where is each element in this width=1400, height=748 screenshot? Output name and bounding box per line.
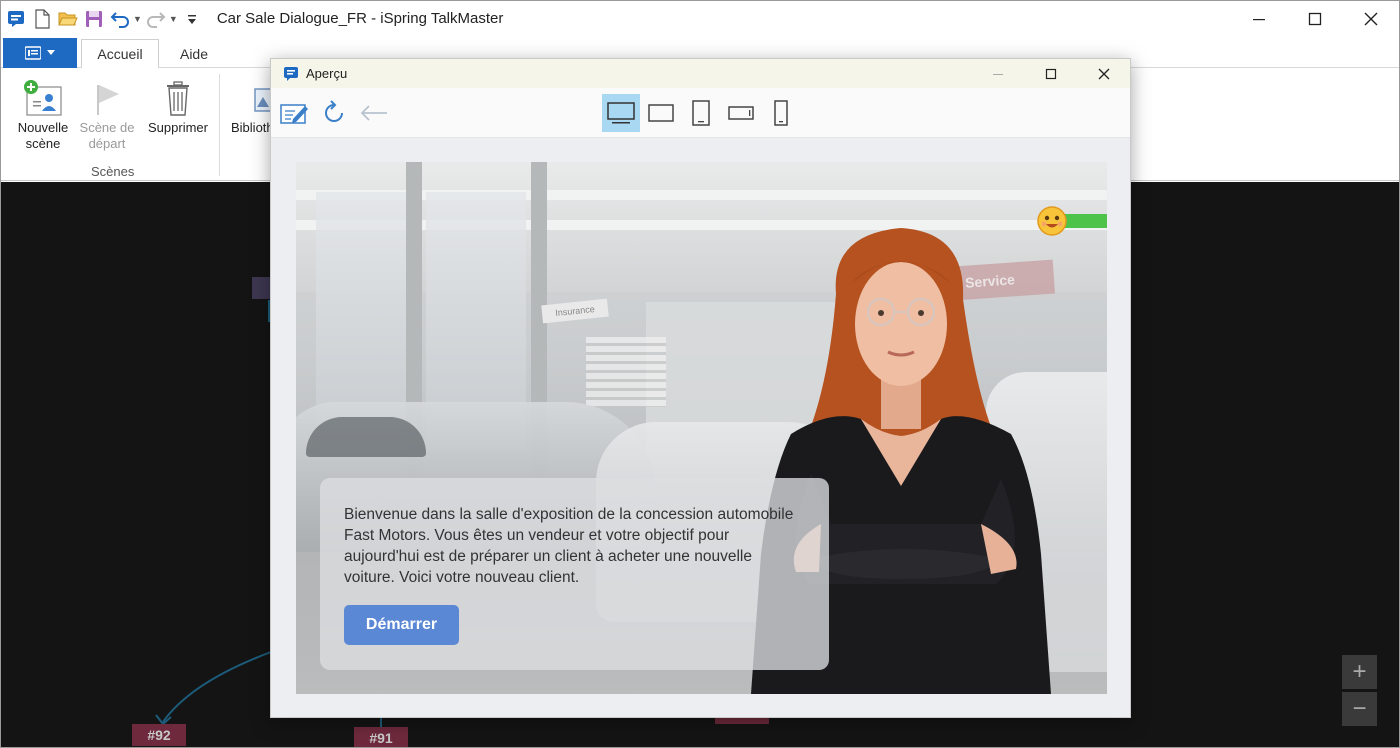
device-tablet-portrait-button[interactable] (682, 94, 720, 132)
scene-stage: Service Insurance Bienvenue dans la sall… (296, 162, 1107, 694)
close-icon[interactable] (1343, 1, 1399, 36)
customize-toolbar-icon[interactable] (181, 8, 203, 30)
car-window (306, 417, 426, 457)
dialogue-message: Bienvenue dans la salle d'exposition de … (344, 506, 794, 586)
zoom-in-button[interactable]: + (1342, 655, 1377, 689)
preview-title-bar: Aperçu (271, 59, 1130, 88)
new-scene-label-1: Nouvelle (17, 120, 69, 135)
preview-title: Aperçu (306, 66, 348, 81)
tab-accueil[interactable]: Accueil (81, 39, 159, 69)
new-file-icon[interactable] (31, 8, 53, 30)
maximize-icon[interactable] (1024, 59, 1077, 88)
preview-dialog: Aperçu Service Insurance Bienvenue dans … (270, 58, 1131, 718)
redo-dropdown-icon[interactable]: ▼ (169, 14, 178, 24)
file-menu-button[interactable] (3, 38, 77, 68)
title-bar: ▼ ▼ Car Sale Dialogue_FR - iSpring TalkM… (1, 1, 1399, 36)
app-logo-icon (5, 8, 27, 30)
minimize-icon[interactable] (1231, 1, 1287, 36)
restart-icon[interactable] (315, 94, 353, 132)
preview-window-controls (971, 59, 1130, 88)
delete-button[interactable]: Supprimer (141, 76, 215, 136)
delete-label: Supprimer (148, 120, 208, 135)
device-tablet-landscape-button[interactable] (642, 94, 680, 132)
back-arrow-icon[interactable] (355, 94, 393, 132)
start-scene-label-2: départ (88, 136, 126, 151)
new-scene-button[interactable]: Nouvelle scène (11, 76, 75, 152)
trash-icon (141, 76, 215, 120)
undo-icon[interactable] (109, 8, 131, 30)
window-controls (1231, 1, 1399, 36)
device-phone-portrait-button[interactable] (762, 94, 800, 132)
smiley-face-icon (1037, 206, 1067, 236)
save-icon[interactable] (83, 8, 105, 30)
flag-icon (75, 76, 139, 120)
start-scene-button[interactable]: Scène de départ (75, 76, 139, 152)
preview-toolbar (271, 88, 1130, 138)
mood-indicator (1037, 206, 1107, 236)
dialogue-message-box: Bienvenue dans la salle d'exposition de … (320, 478, 829, 670)
scene-node-91[interactable]: #91 (354, 727, 408, 747)
start-button[interactable]: Démarrer (344, 605, 459, 645)
new-scene-icon (11, 76, 75, 120)
tab-aide[interactable]: Aide (165, 39, 223, 69)
window-title: Car Sale Dialogue_FR - iSpring TalkMaste… (216, 10, 504, 27)
group-divider (219, 74, 220, 176)
scene-node-92[interactable]: #92 (132, 724, 186, 746)
device-desktop-button[interactable] (602, 94, 640, 132)
start-scene-label-1: Scène de (79, 120, 135, 135)
app-logo-icon (283, 66, 299, 82)
quick-access-toolbar: ▼ ▼ (1, 1, 207, 36)
minimize-icon[interactable] (971, 59, 1024, 88)
undo-dropdown-icon[interactable]: ▼ (133, 14, 142, 24)
device-phone-landscape-button[interactable] (722, 94, 760, 132)
close-icon[interactable] (1077, 59, 1130, 88)
maximize-icon[interactable] (1287, 1, 1343, 36)
group-label-scenes: Scènes (91, 164, 135, 179)
open-folder-icon[interactable] (57, 8, 79, 30)
new-scene-label-2: scène (25, 136, 61, 151)
redo-icon[interactable] (145, 8, 167, 30)
menu-icon (25, 46, 41, 60)
zoom-out-button[interactable]: − (1342, 692, 1377, 726)
chevron-down-icon (47, 50, 55, 55)
edit-icon[interactable] (275, 94, 313, 132)
insurance-sign: Insurance (541, 298, 609, 324)
brochure-rack (586, 337, 666, 407)
scene-node-partial[interactable] (715, 718, 769, 724)
